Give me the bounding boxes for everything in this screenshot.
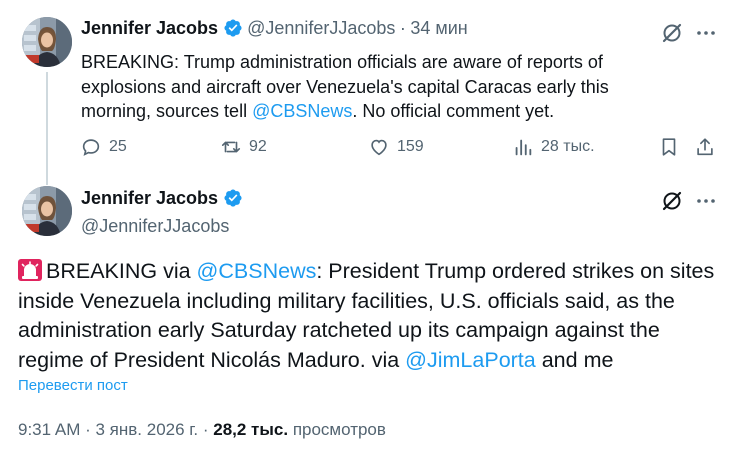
tweet-metadata: 9:31 AM · 3 янв. 2026 г. · 28,2 тыс. про…	[18, 420, 386, 439]
grok-icon[interactable]	[660, 189, 684, 213]
separator-dot: ·	[399, 18, 406, 38]
tweet1-actions: 25 92 159 28 тыс.	[80, 136, 720, 164]
tweet2-text-part1: BREAKING via	[46, 259, 197, 283]
reply-button[interactable]: 25	[80, 136, 127, 158]
more-icon[interactable]	[694, 21, 718, 45]
like-button[interactable]: 159	[368, 136, 424, 158]
grok-icon[interactable]	[660, 21, 684, 45]
views-label: просмотров	[292, 420, 386, 439]
repost-button[interactable]: 92	[220, 136, 267, 158]
thread-connector	[46, 72, 48, 185]
reply-count: 25	[109, 138, 127, 155]
mention-link[interactable]: @JimLaPorta	[405, 348, 536, 372]
tweet2-text-part3: and me	[535, 347, 614, 372]
share-button[interactable]	[694, 136, 723, 158]
tweet2-author: Jennifer Jacobs	[81, 188, 247, 209]
tweet1-header: Jennifer Jacobs @JenniferJJacobs · 34 мин	[81, 18, 468, 39]
post-time[interactable]: 9:31 AM	[18, 420, 80, 439]
mention-link[interactable]: @CBSNews	[197, 259, 317, 283]
tweet1-text: BREAKING: Trump administration officials…	[81, 50, 681, 124]
author-handle[interactable]: @JenniferJJacobs	[247, 18, 395, 38]
more-icon[interactable]	[694, 189, 718, 213]
verified-badge-icon	[224, 19, 242, 37]
tweet2-handle-row: @JenniferJJacobs	[81, 216, 229, 237]
bookmark-icon	[662, 138, 676, 156]
mention-link[interactable]: @CBSNews	[252, 101, 352, 121]
post-date[interactable]: 3 янв. 2026 г.	[95, 420, 198, 439]
siren-icon	[18, 259, 42, 281]
avatar[interactable]	[22, 186, 72, 236]
views-count: 28,2 тыс.	[213, 420, 289, 439]
views-button[interactable]: 28 тыс.	[512, 136, 595, 158]
reply-icon	[82, 139, 100, 156]
author-name[interactable]: Jennifer Jacobs	[81, 18, 218, 38]
avatar[interactable]	[22, 17, 72, 67]
translate-post-link[interactable]: Перевести пост	[18, 377, 128, 394]
repost-count: 92	[249, 138, 267, 155]
verified-badge-icon	[224, 189, 242, 207]
analytics-icon	[515, 139, 532, 156]
like-icon	[371, 139, 387, 156]
share-icon	[697, 138, 713, 156]
bookmark-button[interactable]	[658, 136, 687, 158]
author-handle[interactable]: @JenniferJJacobs	[81, 216, 229, 236]
tweet-time[interactable]: 34 мин	[410, 18, 467, 38]
views-count: 28 тыс.	[541, 138, 595, 155]
author-name[interactable]: Jennifer Jacobs	[81, 188, 218, 208]
tweet1-text-end: . No official comment yet.	[352, 101, 555, 121]
repost-icon	[221, 141, 241, 153]
tweet2-text: BREAKING via @CBSNews: President Trump o…	[18, 257, 718, 375]
like-count: 159	[397, 138, 424, 155]
